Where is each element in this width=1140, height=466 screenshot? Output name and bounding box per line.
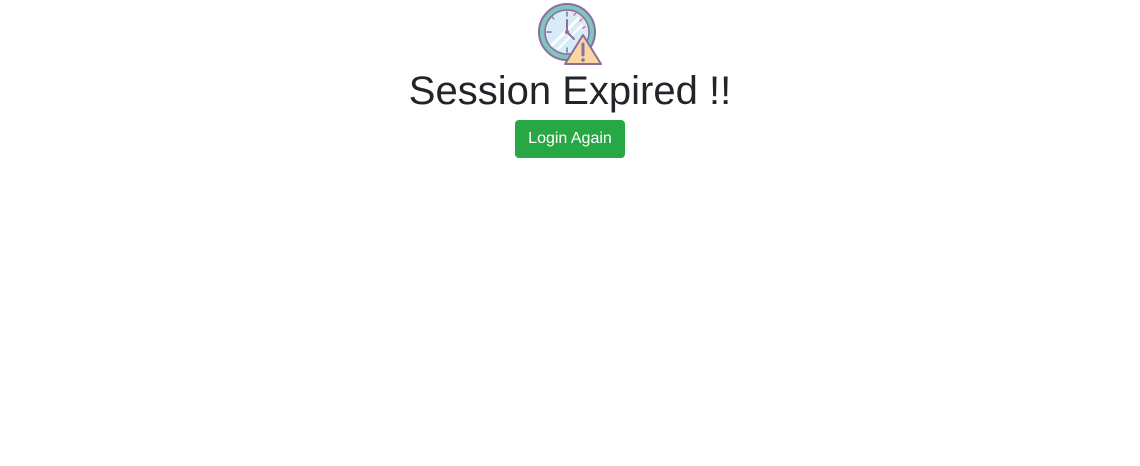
page-title: Session Expired !! xyxy=(408,69,732,113)
session-expired-page: Session Expired !! Login Again xyxy=(0,0,1140,466)
clock-warning-icon xyxy=(536,1,604,67)
login-again-button[interactable]: Login Again xyxy=(515,120,625,158)
